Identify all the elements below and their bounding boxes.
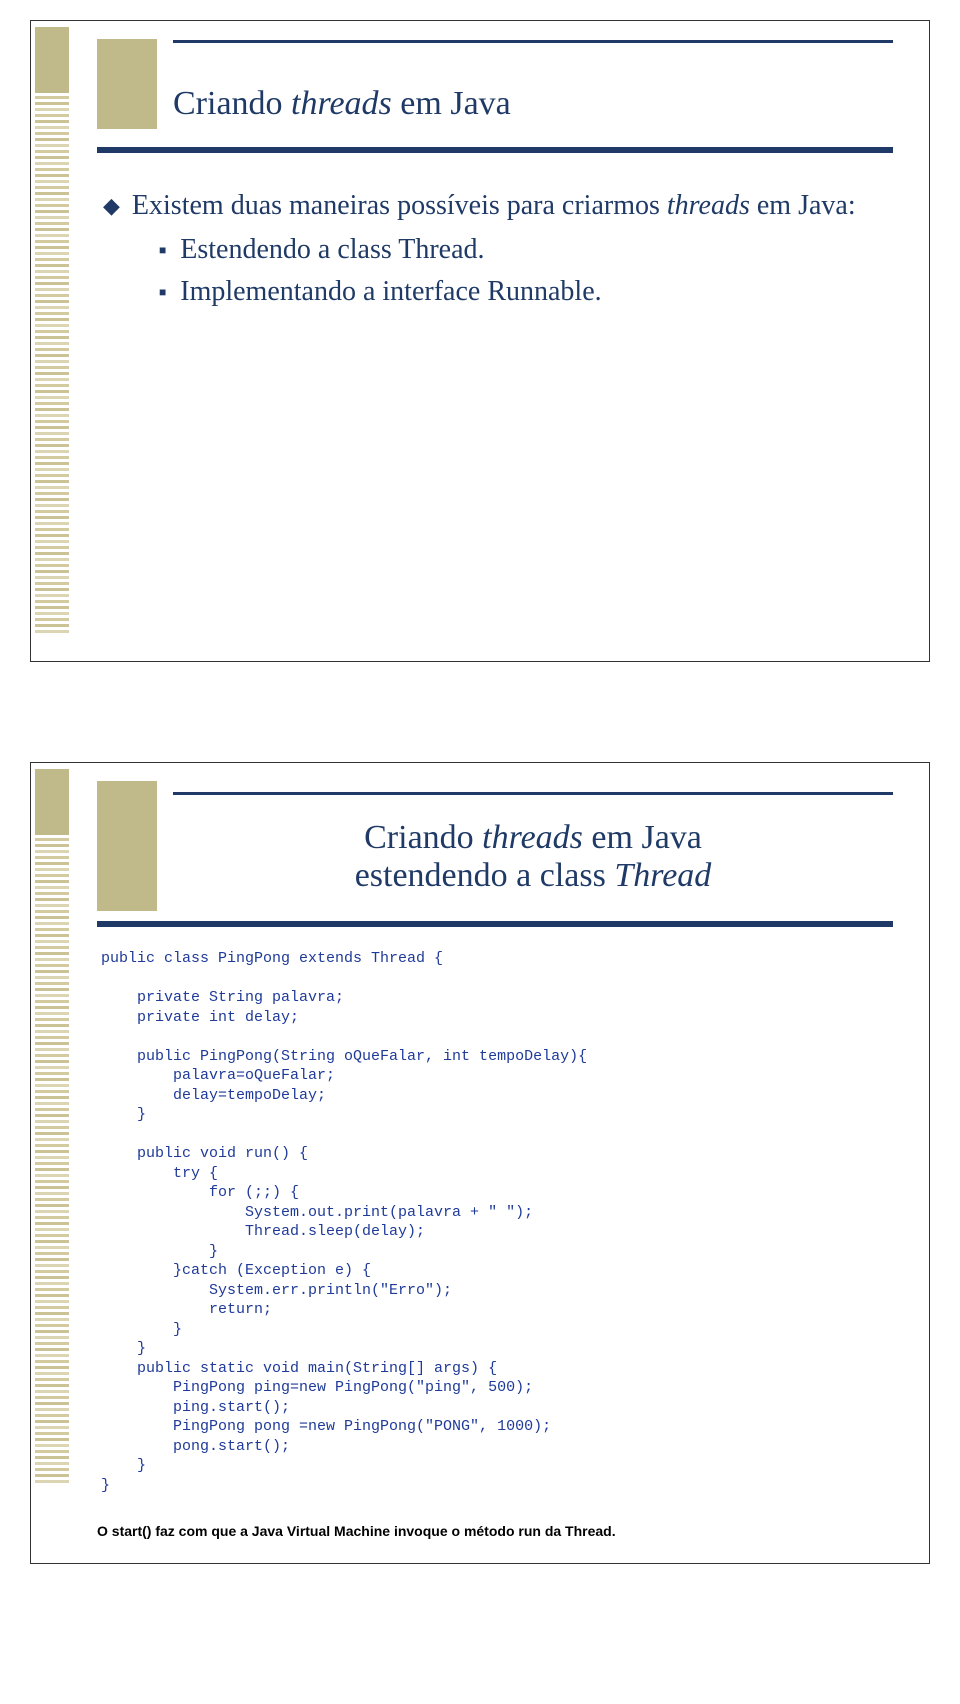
bullet-text-pre: Existem duas maneiras possíveis para cri… [132, 190, 667, 221]
title-rule-thin [173, 40, 893, 43]
slide-content: Criando threads em Java ◆ Existem duas m… [73, 21, 929, 661]
title-rule-thick [97, 147, 893, 153]
slide-2: Criando threads em Java estendendo a cla… [30, 762, 930, 1564]
bullet-level2: ■ Estendendo a class Thread. [159, 231, 887, 269]
bullet-level1: ◆ Existem duas maneiras possíveis para c… [103, 187, 887, 225]
slide-title: Criando threads em Java [173, 85, 893, 123]
title-line2-ital: Thread [614, 857, 711, 894]
slide-content: Criando threads em Java estendendo a cla… [73, 763, 929, 1563]
slide-1: Criando threads em Java ◆ Existem duas m… [30, 20, 930, 662]
decorative-sidebar [31, 21, 73, 661]
bullet-level2: ■ Implementando a interface Runnable. [159, 273, 887, 311]
title-tan-block [97, 781, 157, 911]
bullet-text: Existem duas maneiras possíveis para cri… [132, 187, 856, 225]
title-line1-post: em Java [583, 819, 702, 856]
code-block: public class PingPong extends Thread { p… [97, 945, 893, 1495]
bullet-text-ital: threads [667, 190, 750, 221]
sidebar-stripes [35, 838, 69, 1557]
bullet-list: ◆ Existem duas maneiras possíveis para c… [97, 187, 893, 312]
title-line2-pre: estendendo a class [355, 857, 615, 894]
square-bullet-icon: ■ [159, 231, 166, 269]
title-line1-ital: threads [482, 819, 583, 856]
diamond-bullet-icon: ◆ [103, 187, 120, 225]
title-text-post: em Java [392, 85, 511, 122]
footnote: O start() faz com que a Java Virtual Mac… [97, 1523, 893, 1539]
code-text: public class PingPong extends Thread { p… [101, 949, 889, 1495]
title-text-pre: Criando [173, 85, 291, 122]
sidebar-tan-block [35, 769, 69, 835]
subbullet-text: Estendendo a class Thread. [180, 231, 484, 269]
bullet-text-post: em Java: [750, 190, 856, 221]
sidebar-tan-block [35, 27, 69, 93]
subbullet-text: Implementando a interface Runnable. [180, 273, 601, 311]
title-rule-thin [173, 792, 893, 795]
sidebar-stripes [35, 96, 69, 655]
decorative-sidebar [31, 763, 73, 1563]
title-tan-block [97, 39, 157, 129]
slide-title: Criando threads em Java estendendo a cla… [173, 819, 893, 895]
title-text-ital: threads [291, 85, 392, 122]
title-rule-thick [97, 921, 893, 927]
square-bullet-icon: ■ [159, 273, 166, 311]
title-line1-pre: Criando [364, 819, 482, 856]
